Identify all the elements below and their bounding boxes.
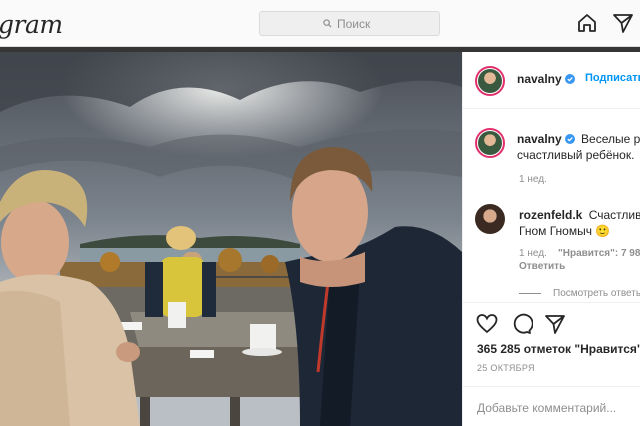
- search-icon: [323, 19, 332, 28]
- search-box[interactable]: Поиск: [259, 11, 440, 36]
- post-header: navalny Подписаться: [463, 52, 640, 109]
- comment-box: Добавьте комментарий...: [463, 386, 640, 426]
- actions-divider: [463, 302, 640, 303]
- caption-time[interactable]: 1 нед.: [519, 174, 547, 185]
- post-image: [0, 52, 462, 426]
- author-username-text: navalny: [517, 72, 562, 86]
- comment-line-2: Гном Гномыч 🙂: [519, 224, 611, 238]
- caption-avatar[interactable]: [475, 128, 505, 158]
- likes-count[interactable]: 365 285 отметок "Нравится": [477, 342, 640, 356]
- post-details-panel: navalny Подписаться navalny Веселые род …: [462, 52, 640, 426]
- caption-username[interactable]: navalny: [517, 132, 562, 146]
- caption-line-1: navalny Веселые род: [517, 132, 640, 146]
- follow-button[interactable]: Подписаться: [585, 72, 640, 84]
- verified-badge-icon: [564, 134, 575, 144]
- comment-icon[interactable]: [509, 312, 533, 336]
- replies-divider: [519, 293, 541, 294]
- comment-text: Счастливее: [588, 208, 640, 222]
- share-icon[interactable]: [543, 312, 567, 336]
- post-photo[interactable]: [0, 52, 462, 426]
- top-bar: gram Поиск: [0, 0, 640, 47]
- caption-text: Веселые род: [581, 132, 640, 146]
- author-username[interactable]: navalny: [517, 72, 575, 86]
- search-placeholder: Поиск: [337, 17, 371, 31]
- comment-input[interactable]: Добавьте комментарий...: [477, 401, 616, 415]
- comment-likes[interactable]: "Нравится": 7 980: [558, 248, 640, 259]
- comment-time[interactable]: 1 нед.: [519, 248, 547, 259]
- comment-reply-button[interactable]: Ответить: [519, 261, 565, 272]
- post-date[interactable]: 25 ОКТЯБРЯ: [477, 363, 535, 373]
- home-icon[interactable]: [576, 12, 598, 34]
- comment-username[interactable]: rozenfeld.k: [519, 208, 582, 222]
- instagram-logo[interactable]: gram: [0, 10, 63, 39]
- comment-avatar[interactable]: [475, 204, 505, 234]
- author-avatar[interactable]: [475, 66, 505, 96]
- direct-message-icon[interactable]: [612, 12, 634, 34]
- verified-badge-icon: [564, 74, 575, 84]
- like-heart-icon[interactable]: [475, 312, 499, 336]
- caption-line-2: счастливый ребёнок.: [517, 148, 635, 162]
- view-replies-button[interactable]: Посмотреть ответы: [553, 288, 640, 299]
- comment-line-1: rozenfeld.k Счастливее: [519, 208, 640, 222]
